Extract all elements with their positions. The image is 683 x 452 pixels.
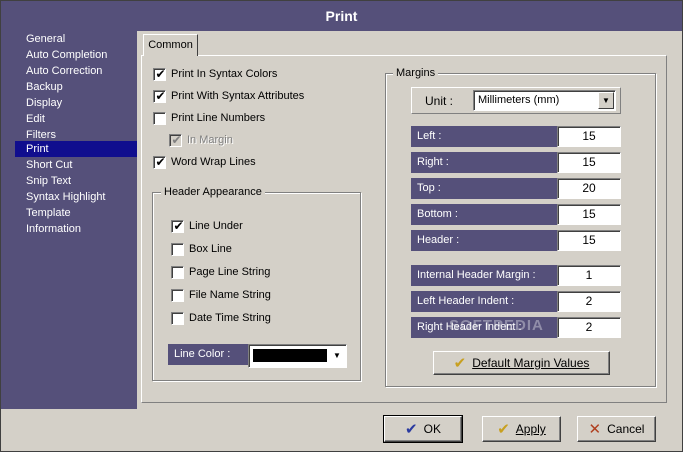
option-file-name-string[interactable]: File Name String bbox=[171, 287, 271, 303]
internal-header-margin-label: Internal Header Margin : bbox=[411, 265, 557, 286]
sidebar-item-display[interactable]: Display bbox=[15, 95, 137, 111]
option-word-wrap-lines[interactable]: ✔ Word Wrap Lines bbox=[153, 154, 256, 170]
check-icon: ✔ bbox=[171, 132, 182, 147]
sidebar-item-print[interactable]: Print bbox=[15, 141, 137, 157]
sidebar-item-auto-completion[interactable]: Auto Completion bbox=[15, 47, 137, 63]
margin-header-label: Header : bbox=[411, 230, 557, 251]
tab-common[interactable]: Common bbox=[143, 34, 198, 56]
option-print-line-numbers[interactable]: Print Line Numbers bbox=[153, 110, 265, 126]
check-icon: ✔ bbox=[155, 66, 166, 81]
option-label: Date Time String bbox=[189, 312, 271, 324]
checkbox[interactable]: ✔ bbox=[153, 88, 166, 103]
checkmark-icon: ✔ bbox=[405, 420, 418, 438]
option-label: Line Under bbox=[189, 220, 243, 232]
apply-button[interactable]: ✔ Apply bbox=[482, 416, 561, 442]
left-header-indent-label: Left Header Indent : bbox=[411, 291, 557, 312]
checkbox[interactable] bbox=[171, 265, 184, 279]
margin-bottom-label: Bottom : bbox=[411, 204, 557, 225]
unit-select[interactable]: Millimeters (mm) ▼ bbox=[473, 90, 616, 111]
checkbox[interactable] bbox=[171, 242, 184, 256]
checkbox[interactable] bbox=[171, 311, 184, 325]
margins-title: Margins bbox=[393, 67, 439, 80]
checkbox[interactable] bbox=[171, 288, 184, 302]
margin-right-input[interactable]: 15 bbox=[557, 152, 621, 173]
sidebar-item-template[interactable]: Template bbox=[15, 205, 137, 221]
right-header-indent-input[interactable]: 2 bbox=[557, 317, 621, 338]
sidebar: General Auto Completion Auto Correction … bbox=[1, 31, 137, 409]
sidebar-item-information[interactable]: Information bbox=[15, 221, 137, 237]
left-header-indent-input[interactable]: 2 bbox=[557, 291, 621, 312]
margin-left-input[interactable]: 15 bbox=[557, 126, 621, 147]
checkbox[interactable]: ✔ bbox=[153, 66, 166, 81]
sidebar-item-syntax-highlight[interactable]: Syntax Highlight bbox=[15, 189, 137, 205]
option-page-line-string[interactable]: Page Line String bbox=[171, 264, 270, 280]
option-in-margin: ✔ In Margin bbox=[169, 132, 233, 148]
cancel-button[interactable]: ✕ Cancel bbox=[577, 416, 656, 442]
option-box-line[interactable]: Box Line bbox=[171, 241, 232, 257]
check-icon: ✔ bbox=[173, 218, 184, 233]
margin-top-label: Top : bbox=[411, 178, 557, 199]
line-color-label: Line Color : bbox=[168, 344, 248, 365]
sidebar-item-edit[interactable]: Edit bbox=[15, 111, 137, 127]
button-label: Cancel bbox=[607, 422, 645, 436]
option-label: Page Line String bbox=[189, 266, 271, 278]
option-date-time-string[interactable]: Date Time String bbox=[171, 310, 271, 326]
sidebar-item-short-cut[interactable]: Short Cut bbox=[15, 157, 137, 173]
window-title: Print bbox=[1, 1, 682, 31]
margin-top-input[interactable]: 20 bbox=[557, 178, 621, 199]
sidebar-item-auto-correction[interactable]: Auto Correction bbox=[15, 63, 137, 79]
line-color-picker[interactable]: ▼ bbox=[248, 344, 347, 368]
print-options-window: Print General Auto Completion Auto Corre… bbox=[0, 0, 683, 452]
checkbox: ✔ bbox=[169, 132, 182, 147]
option-label: Print With Syntax Attributes bbox=[171, 90, 305, 102]
checkbox[interactable]: ✔ bbox=[153, 154, 166, 169]
sidebar-item-backup[interactable]: Backup bbox=[15, 79, 137, 95]
button-label: Default Margin Values bbox=[472, 356, 590, 370]
chevron-down-icon[interactable]: ▼ bbox=[598, 92, 614, 109]
checkmark-icon: ✔ bbox=[453, 354, 467, 372]
checkbox[interactable] bbox=[153, 111, 166, 125]
chevron-down-icon[interactable]: ▼ bbox=[329, 346, 345, 366]
checkbox[interactable]: ✔ bbox=[171, 218, 184, 233]
option-label: In Margin bbox=[187, 134, 233, 146]
header-appearance-title: Header Appearance bbox=[161, 186, 265, 199]
margin-right-label: Right : bbox=[411, 152, 557, 173]
sidebar-item-snip-text[interactable]: Snip Text bbox=[15, 173, 137, 189]
option-label: Box Line bbox=[189, 243, 232, 255]
option-label: Print In Syntax Colors bbox=[171, 68, 278, 80]
unit-value: Millimeters (mm) bbox=[478, 94, 560, 106]
checkmark-icon: ✔ bbox=[497, 420, 510, 438]
internal-header-margin-input[interactable]: 1 bbox=[557, 265, 621, 286]
option-line-under[interactable]: ✔ Line Under bbox=[171, 218, 243, 234]
color-swatch bbox=[253, 349, 327, 362]
sidebar-item-general[interactable]: General bbox=[15, 31, 137, 47]
margin-left-label: Left : bbox=[411, 126, 557, 147]
check-icon: ✔ bbox=[155, 88, 166, 103]
option-print-syntax-attributes[interactable]: ✔ Print With Syntax Attributes bbox=[153, 88, 304, 104]
check-icon: ✔ bbox=[155, 154, 166, 169]
ok-button[interactable]: ✔ OK bbox=[384, 416, 462, 442]
margin-header-input[interactable]: 15 bbox=[557, 230, 621, 251]
button-label: Apply bbox=[515, 422, 546, 436]
margin-bottom-input[interactable]: 15 bbox=[557, 204, 621, 225]
option-label: Word Wrap Lines bbox=[171, 156, 256, 168]
button-label: OK bbox=[423, 422, 441, 436]
softpedia-watermark: SOFTPEDIA bbox=[449, 317, 544, 334]
option-label: File Name String bbox=[189, 289, 271, 301]
option-print-syntax-colors[interactable]: ✔ Print In Syntax Colors bbox=[153, 66, 277, 82]
close-icon: ✕ bbox=[588, 420, 602, 438]
default-margin-values-button[interactable]: ✔ Default Margin Values bbox=[433, 351, 610, 375]
unit-label: Unit : bbox=[425, 94, 454, 108]
option-label: Print Line Numbers bbox=[171, 112, 266, 124]
